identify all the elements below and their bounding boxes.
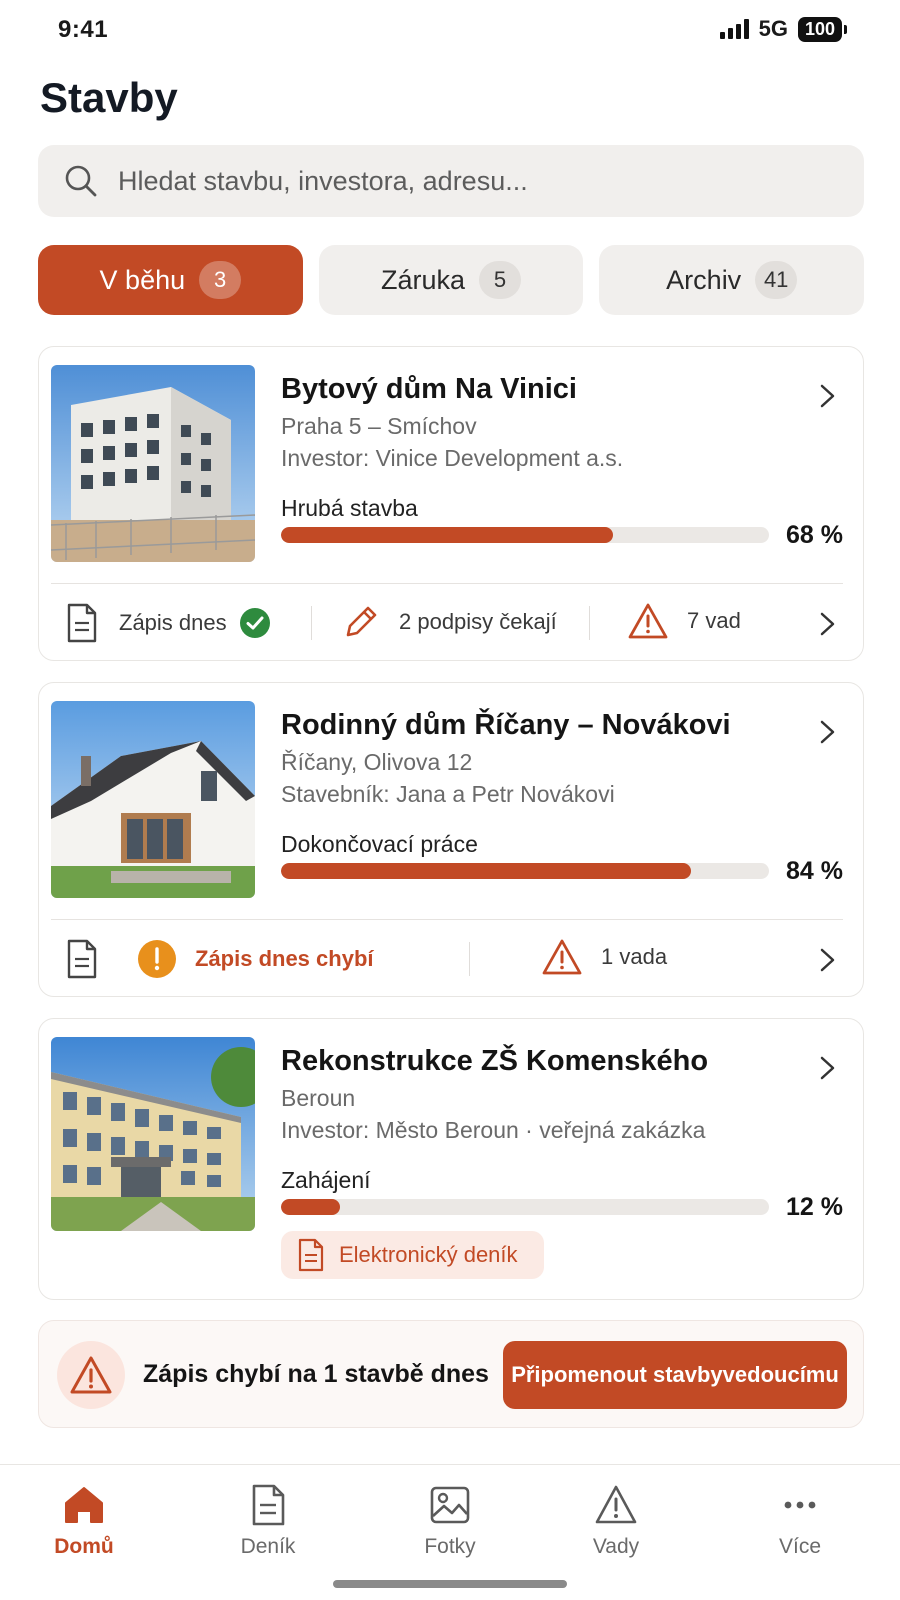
home-icon: [65, 1487, 103, 1523]
nav-more[interactable]: Více: [730, 1483, 870, 1559]
search-bar[interactable]: [38, 145, 864, 217]
chevron-right-icon[interactable]: [819, 383, 837, 409]
project-photo: [51, 1037, 255, 1231]
defects-status[interactable]: 1 vada: [541, 938, 667, 976]
warning-icon: [70, 1356, 112, 1394]
project-investor: Investor: Město Beroun · veřejná zakázka: [281, 1117, 706, 1143]
nav-photos[interactable]: Fotky: [380, 1483, 520, 1559]
card-footer: Zápis dnes 2 podpisy čekají 7 vad: [39, 584, 863, 662]
project-phase: Dokončovací práce: [281, 831, 478, 857]
alert-circle-icon: [138, 940, 176, 978]
alert-icon-container: [57, 1341, 125, 1409]
nav-label: Fotky: [424, 1535, 476, 1558]
project-investor: Investor: Vinice Development a.s.: [281, 445, 624, 471]
tab-bar: V běhu 3 Záruka 5 Archiv 41: [38, 245, 865, 315]
status-bar: 9:41 5G 100: [0, 0, 900, 60]
progress-percent: 12 %: [786, 1193, 843, 1221]
project-investor: Stavebník: Jana a Petr Novákovi: [281, 781, 615, 807]
tab-zaruka[interactable]: Záruka 5: [318, 245, 584, 315]
nav-label: Deník: [240, 1535, 296, 1558]
project-title: Bytový dům Na Vinici: [281, 373, 577, 405]
diary-status[interactable]: Zápis dnes chybí: [65, 938, 374, 980]
e-diary-tag[interactable]: Elektronický deník: [281, 1231, 544, 1279]
photo-icon: [430, 1486, 470, 1524]
project-location: Praha 5 – Smíchov: [281, 413, 477, 439]
project-phase: Zahájení: [281, 1167, 371, 1193]
tab-archiv[interactable]: Archiv 41: [599, 245, 865, 315]
tab-count-badge: 41: [755, 261, 798, 299]
progress-percent: 68 %: [786, 521, 843, 549]
nav-label: Domů: [54, 1535, 114, 1558]
project-title: Rekonstrukce ZŠ Komenského: [281, 1045, 709, 1077]
check-circle-icon: [239, 608, 270, 638]
search-icon: [65, 165, 97, 197]
project-location: Říčany, Olivova 12: [281, 749, 473, 775]
chevron-right-icon[interactable]: [819, 611, 837, 637]
status-indicators: 5G 100: [719, 16, 848, 42]
more-icon: [784, 1501, 816, 1509]
nav-label: Více: [778, 1535, 822, 1558]
missing-entry-alert: Zápis chybí na 1 stavbě dnes Připomenout…: [38, 1320, 864, 1428]
battery-icon: 100: [797, 16, 848, 42]
project-card[interactable]: Rodinný dům Říčany – Novákovi Říčany, Ol…: [38, 682, 864, 997]
status-time: 9:41: [58, 16, 109, 43]
progress-fill: [281, 527, 613, 543]
tab-v-behu[interactable]: V běhu 3: [38, 245, 303, 315]
document-icon: [67, 603, 97, 643]
tab-count-badge: 5: [479, 261, 522, 299]
alert-text: Zápis chybí na 1 stavbě dnes: [143, 1360, 489, 1388]
diary-status-label: Zápis dnes chybí: [195, 946, 374, 971]
tab-label: Archiv: [666, 264, 742, 295]
search-input[interactable]: [118, 165, 818, 197]
defects-label: 1 vada: [601, 944, 668, 969]
project-photo: [51, 365, 255, 562]
page-title: Stavby: [40, 74, 178, 121]
progress-percent: 84 %: [786, 857, 843, 885]
document-icon: [298, 1238, 324, 1272]
divider: [469, 942, 470, 976]
progress-fill: [281, 1199, 340, 1215]
progress-bar: [281, 863, 769, 879]
home-indicator: [333, 1580, 567, 1588]
project-location: Beroun: [281, 1085, 356, 1111]
chevron-right-icon[interactable]: [819, 947, 837, 973]
warning-icon: [595, 1485, 637, 1524]
project-card[interactable]: Rekonstrukce ZŠ Komenského Beroun Invest…: [38, 1018, 864, 1300]
project-phase: Hrubá stavba: [281, 495, 418, 521]
pencil-icon: [346, 606, 377, 637]
document-icon: [67, 939, 97, 979]
card-footer: Zápis dnes chybí 1 vada: [39, 920, 863, 998]
project-photo: [51, 701, 255, 898]
diary-status[interactable]: Zápis dnes: [65, 602, 271, 644]
progress-bar: [281, 1199, 769, 1215]
signatures-status[interactable]: 2 podpisy čekají: [341, 602, 557, 642]
bottom-navigation: Domů Deník Fotky Vady Více: [0, 1464, 900, 1600]
nav-defects[interactable]: Vady: [546, 1483, 686, 1559]
nav-diary[interactable]: Deník: [198, 1483, 338, 1559]
diary-status-label: Zápis dnes: [119, 610, 227, 635]
chevron-right-icon[interactable]: [819, 719, 837, 745]
nav-label: Vady: [592, 1535, 640, 1558]
progress-bar: [281, 527, 769, 543]
warning-icon: [628, 603, 668, 639]
project-card[interactable]: Bytový dům Na Vinici Praha 5 – Smíchov I…: [38, 346, 864, 661]
warning-icon: [542, 939, 582, 975]
nav-home[interactable]: Domů: [14, 1483, 154, 1559]
progress-fill: [281, 863, 691, 879]
tab-label: Záruka: [380, 264, 466, 295]
signal-icon: [719, 19, 749, 39]
tab-count-badge: 3: [199, 261, 242, 299]
project-title: Rodinný dům Říčany – Novákovi: [281, 709, 731, 741]
document-icon: [252, 1484, 285, 1526]
chevron-right-icon[interactable]: [819, 1055, 837, 1081]
network-label: 5G: [758, 16, 788, 41]
defects-label: 7 vad: [687, 608, 741, 633]
remind-site-manager-button[interactable]: Připomenout stavbyvedoucímu: [503, 1341, 847, 1409]
divider: [589, 606, 590, 640]
divider: [311, 606, 312, 640]
signatures-label: 2 podpisy čekají: [399, 609, 557, 634]
e-diary-label: Elektronický deník: [339, 1242, 518, 1267]
defects-status[interactable]: 7 vad: [627, 602, 741, 640]
tab-label: V běhu: [99, 264, 186, 295]
